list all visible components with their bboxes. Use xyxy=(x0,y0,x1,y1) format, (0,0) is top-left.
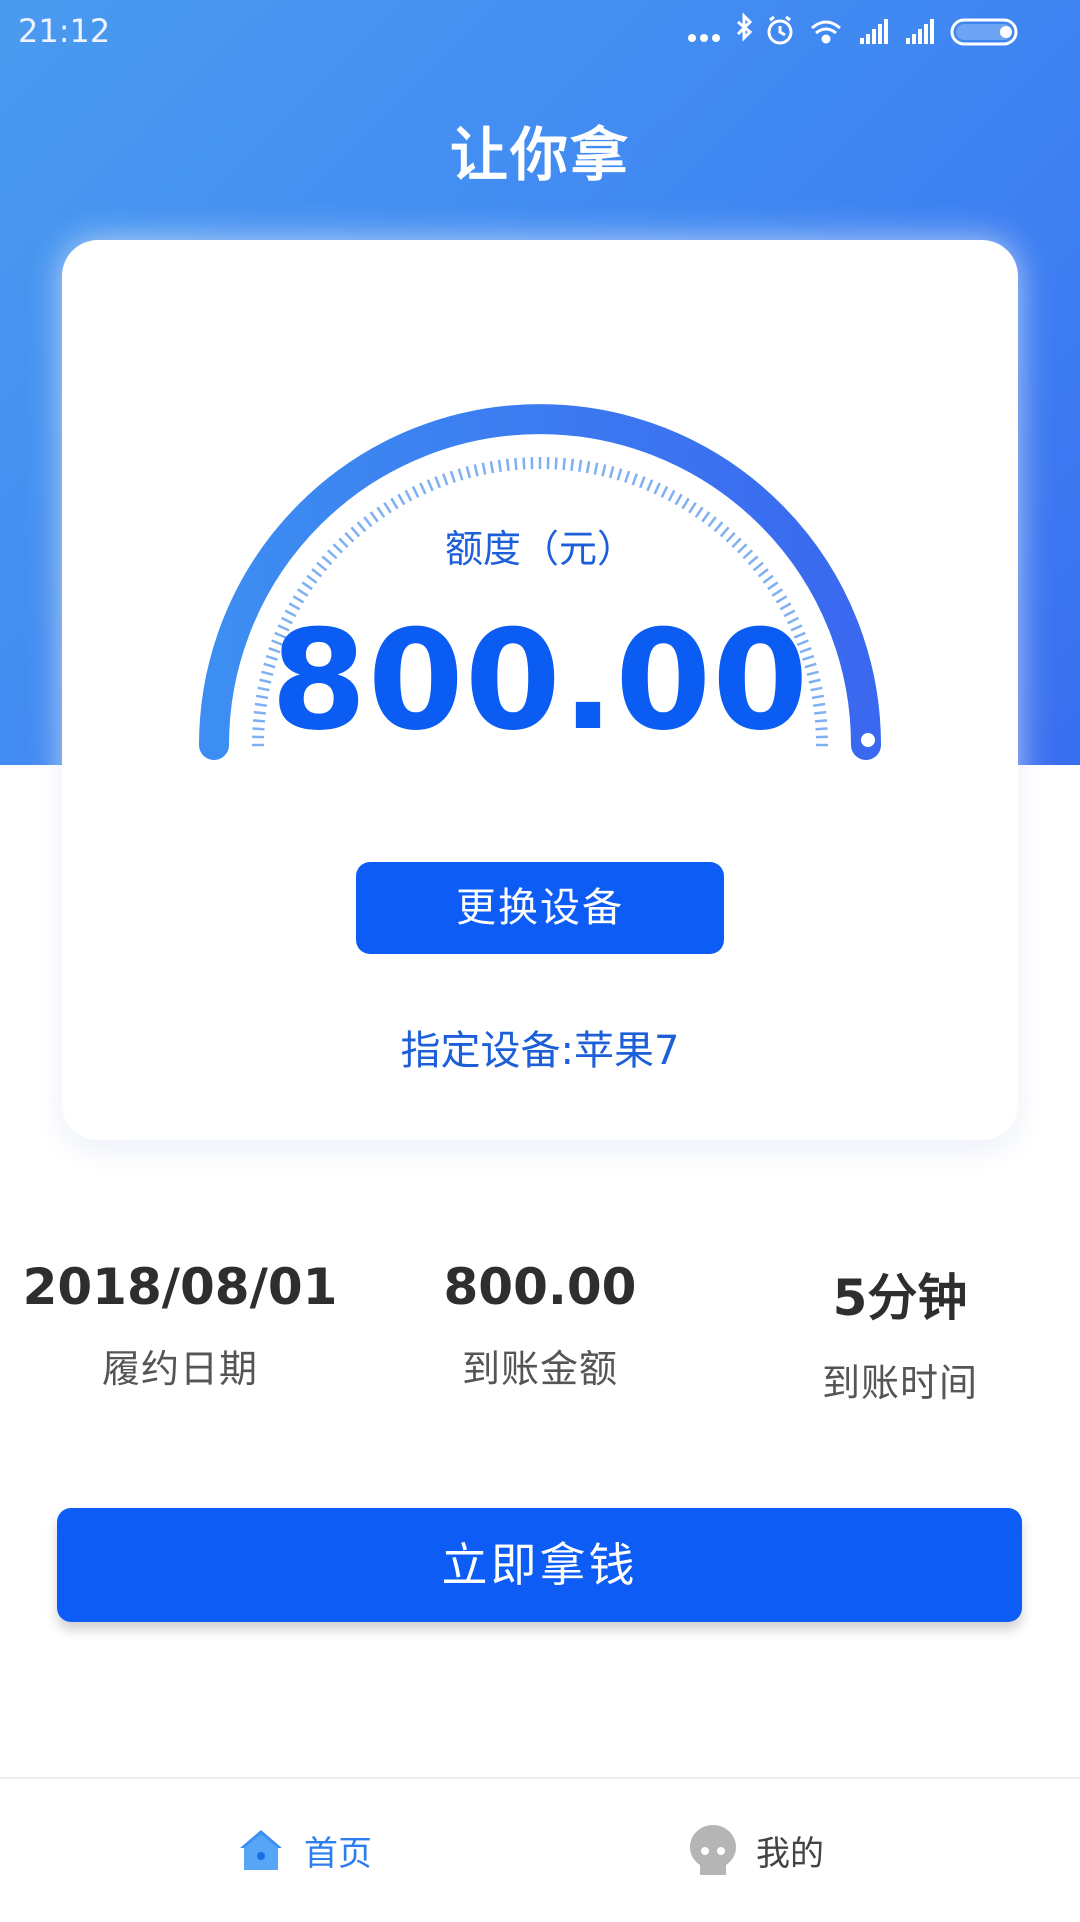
gauge-tick xyxy=(662,487,667,498)
gauge-tick xyxy=(647,480,652,491)
gauge-tick xyxy=(603,464,606,476)
gauge-tick xyxy=(669,490,675,501)
gauge-tick xyxy=(391,498,397,508)
stat-value: 2018/08/01 xyxy=(0,1258,360,1316)
gauge-tick xyxy=(696,507,703,517)
bluetooth-icon xyxy=(738,16,750,38)
gauge-tick xyxy=(625,471,629,482)
quota-value: 800.00 xyxy=(62,600,1018,761)
app-title: 让你拿 xyxy=(0,108,1080,192)
gauge-tick xyxy=(384,503,390,513)
gauge-tick xyxy=(483,463,485,475)
alarm-icon xyxy=(769,17,791,43)
tab-mine[interactable]: 我的 xyxy=(688,1779,824,1922)
gauge-tick xyxy=(420,483,425,494)
status-icons xyxy=(684,12,1064,50)
gauge-tick xyxy=(398,494,404,504)
tab-home[interactable]: 首页 xyxy=(236,1779,372,1922)
gauge-tick xyxy=(413,487,418,498)
more-dots-icon xyxy=(688,34,720,42)
stat-due-date: 2018/08/01 履约日期 xyxy=(0,1258,360,1393)
home-icon xyxy=(236,1826,286,1876)
gauge-tick xyxy=(763,576,773,583)
gauge-tick xyxy=(655,483,660,494)
user-avatar-icon xyxy=(688,1823,738,1879)
get-money-button[interactable]: 立即拿钱 xyxy=(57,1508,1022,1622)
wifi-icon xyxy=(812,22,840,42)
gauge-tick xyxy=(556,457,557,469)
gauge-tick xyxy=(436,477,440,488)
gauge-tick xyxy=(768,582,778,589)
stat-arrival-time: 5分钟 到账时间 xyxy=(720,1258,1080,1407)
gauge-tick xyxy=(640,477,644,488)
gauge-tick xyxy=(618,469,621,481)
gauge-tick xyxy=(587,461,589,473)
gauge-tick xyxy=(772,589,782,595)
quota-label: 额度（元） xyxy=(62,518,1018,573)
gauge-tick xyxy=(595,463,597,475)
gauge-tick xyxy=(307,576,317,583)
signal-icon xyxy=(860,19,888,44)
gauge-tick xyxy=(451,471,455,482)
gauge-tick xyxy=(571,459,572,471)
gauge-tick xyxy=(579,460,581,472)
quota-card: 额度（元） 800.00 更换设备 指定设备:苹果7 xyxy=(62,240,1018,1140)
gauge-tick xyxy=(507,459,508,471)
gauge-tick xyxy=(610,466,613,478)
gauge-tick xyxy=(302,582,312,589)
stat-amount: 800.00 到账金额 xyxy=(360,1258,720,1393)
gauge-tick xyxy=(459,469,462,481)
gauge-tick xyxy=(377,507,384,517)
signal-icon xyxy=(906,19,934,44)
gauge-tick xyxy=(515,458,516,470)
status-bar: 21:12 xyxy=(0,0,1080,62)
gauge-tick xyxy=(428,480,433,491)
gauge-tick xyxy=(683,498,689,508)
gauge-tick xyxy=(564,458,565,470)
tab-home-label: 首页 xyxy=(304,1826,372,1875)
stat-value: 5分钟 xyxy=(720,1258,1080,1330)
stat-value: 800.00 xyxy=(360,1258,720,1316)
tab-mine-label: 我的 xyxy=(756,1826,824,1875)
bottom-tabbar: 首页 我的 xyxy=(0,1777,1080,1922)
battery-icon xyxy=(952,20,1016,44)
gauge-tick xyxy=(689,503,695,513)
stat-label: 到账时间 xyxy=(720,1352,1080,1407)
stats-row: 2018/08/01 履约日期 800.00 到账金额 5分钟 到账时间 xyxy=(0,1258,1080,1398)
gauge-tick xyxy=(676,494,682,504)
stat-label: 到账金额 xyxy=(360,1338,720,1393)
device-info: 指定设备:苹果7 xyxy=(62,1018,1018,1076)
gauge-tick xyxy=(491,461,493,473)
gauge-tick xyxy=(524,457,525,469)
gauge-tick xyxy=(406,490,412,501)
gauge-tick xyxy=(443,474,447,485)
gauge-tick xyxy=(633,474,637,485)
gauge-tick xyxy=(475,464,478,476)
status-time: 21:12 xyxy=(18,12,110,50)
change-device-button[interactable]: 更换设备 xyxy=(356,862,724,954)
gauge-tick xyxy=(499,460,501,472)
gauge-tick xyxy=(467,466,470,478)
stat-label: 履约日期 xyxy=(0,1338,360,1393)
gauge-tick xyxy=(298,589,308,595)
